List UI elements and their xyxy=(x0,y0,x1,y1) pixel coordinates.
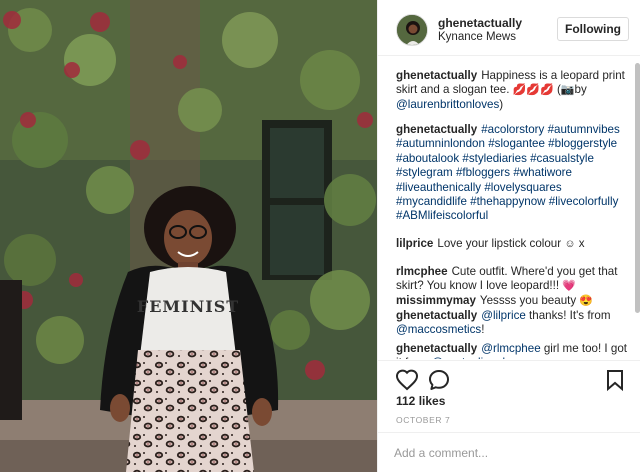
hashtag-link[interactable]: #lovelysquares xyxy=(484,181,561,194)
bookmark-icon[interactable] xyxy=(603,368,627,392)
hashtag-link[interactable]: #ABMlifeiscolorful xyxy=(396,209,488,222)
comment-text: by xyxy=(574,83,587,97)
comments-list[interactable]: ghenetactually Happiness is a leopard pri… xyxy=(378,57,640,359)
comment-item: rlmcphee Cute outfit. Where'd you get tha… xyxy=(396,265,628,294)
emoji: ☺ xyxy=(564,238,576,250)
hashtag-link[interactable]: #fbloggers xyxy=(456,166,513,179)
hashtag-link[interactable]: #mycandidlife xyxy=(396,195,470,208)
avatar-image xyxy=(397,15,427,45)
hashtag-link[interactable]: #autumnvibes xyxy=(548,123,620,136)
comments-scrollbar[interactable] xyxy=(634,63,640,315)
hashtag-link[interactable]: #autumninlondon xyxy=(396,137,488,150)
comment-item: ghenetactually #acolorstory #autumnvibes #a… xyxy=(396,123,628,224)
hashtag-link[interactable]: #thehappynow xyxy=(470,195,549,208)
hashtag-link[interactable]: #liveauthenically xyxy=(396,181,484,194)
scrollbar-thumb[interactable] xyxy=(635,63,640,313)
comment-text: x xyxy=(508,356,518,359)
comment-bubble-icon[interactable] xyxy=(427,368,451,392)
post-header: ghenetactually Kynance Mews Following xyxy=(378,0,640,56)
comment-username[interactable]: ghenetactually xyxy=(396,309,477,322)
comment-username[interactable]: ghenetactually xyxy=(396,342,477,355)
comment-item: ghenetactually @lilprice thanks! It's fro… xyxy=(396,309,628,338)
hashtag-link[interactable]: #aboutalook xyxy=(396,152,462,165)
heart-icon[interactable] xyxy=(395,368,419,392)
comment-text: ) xyxy=(499,97,504,111)
comment-username[interactable]: missimmymay xyxy=(396,294,476,307)
hashtag-link[interactable]: #casualstyle xyxy=(530,152,594,165)
post-username[interactable]: ghenetactually xyxy=(438,16,522,30)
post-location[interactable]: Kynance Mews xyxy=(438,31,516,43)
emoji: 😍 xyxy=(579,295,594,307)
mention-link[interactable]: @laurenbrittonloves xyxy=(396,98,499,111)
hashtag-link[interactable]: #stylediaries xyxy=(462,152,530,165)
hashtag-link[interactable]: #acolorstory xyxy=(481,123,547,136)
comment-item: ghenetactually @rlmcphee girl me too! I g… xyxy=(396,342,628,359)
mention-link[interactable]: @nextonlineuk xyxy=(431,356,508,359)
comment-username[interactable]: ghenetactually xyxy=(396,123,477,136)
shirt-slogan: FEMINIST xyxy=(137,297,239,316)
hashtag-link[interactable]: #bloggerstyle xyxy=(548,137,617,150)
comment-text: Yessss you beauty xyxy=(479,294,580,307)
post-photo-illustration: FEMINIST xyxy=(0,0,377,472)
comment-item: ghenetactually Happiness is a leopard pri… xyxy=(396,69,628,112)
emoji: 💋💋💋 xyxy=(512,84,554,97)
comment-username[interactable]: lilprice xyxy=(396,237,433,250)
comment-username[interactable]: rlmcphee xyxy=(396,265,448,278)
comment-text: x xyxy=(575,237,585,250)
hashtag-link[interactable]: #slogantee xyxy=(488,137,548,150)
post-date[interactable]: OCTOBER 7 xyxy=(396,415,450,425)
comment-text: thanks! It's from xyxy=(525,309,611,322)
comment-text: Love your lipstick colour xyxy=(437,237,565,250)
following-button[interactable]: Following xyxy=(557,17,629,41)
add-comment-input[interactable] xyxy=(394,442,629,464)
comment-text: ! xyxy=(481,323,485,337)
emoji: 💗 xyxy=(562,280,576,293)
hashtag-link[interactable]: #stylegram xyxy=(396,166,456,179)
comment-text: ( xyxy=(553,83,561,97)
mention-link[interactable]: @lilprice xyxy=(481,309,526,322)
comment-item: lilprice Love your lipstick colour ☺ x xyxy=(396,237,628,251)
mention-link[interactable]: @rlmcphee xyxy=(481,342,540,355)
post-photo[interactable]: FEMINIST xyxy=(0,0,377,472)
likes-count[interactable]: 112 likes xyxy=(396,394,445,408)
comment-username[interactable]: ghenetactually xyxy=(396,69,477,82)
add-comment-bar xyxy=(378,432,640,472)
comment-item: missimmymay Yessss you beauty 😍 xyxy=(396,294,628,308)
emoji: 📷 xyxy=(560,84,575,97)
hashtag-link[interactable]: #whatiwore xyxy=(513,166,572,179)
post-detail-panel: ghenetactually Kynance Mews Following gh… xyxy=(377,0,640,472)
mention-link[interactable]: @maccosmetics xyxy=(396,323,481,336)
avatar[interactable] xyxy=(396,14,428,46)
hashtag-link[interactable]: #livecolorfully xyxy=(549,195,619,208)
